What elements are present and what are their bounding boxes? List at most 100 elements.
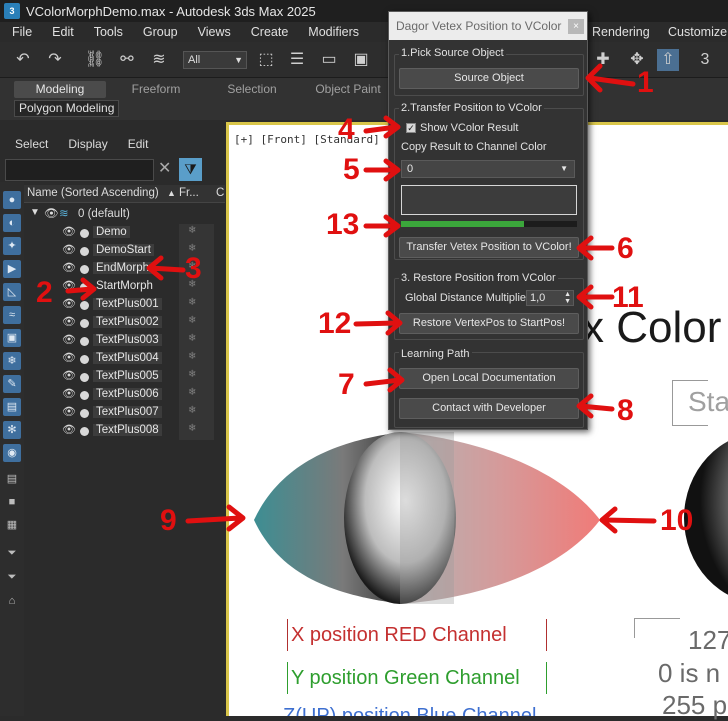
- frozen-cell[interactable]: [179, 386, 214, 404]
- explorer-menu-select[interactable]: Select: [15, 137, 48, 151]
- frozen-icon[interactable]: ❄: [188, 351, 196, 362]
- multiplier-spinner[interactable]: 1,0 ▲ ▼: [526, 290, 574, 306]
- render-dot-icon[interactable]: [80, 427, 89, 436]
- frozen-cell[interactable]: [179, 422, 214, 440]
- contact-developer-button[interactable]: Contact with Developer: [399, 398, 579, 419]
- layers-list-icon[interactable]: ▤: [3, 470, 21, 488]
- menu-modifiers[interactable]: Modifiers: [296, 25, 367, 39]
- render-dot-icon[interactable]: [80, 301, 89, 310]
- render-dot-icon[interactable]: [80, 337, 89, 346]
- tab-object-paint[interactable]: Object Paint: [302, 81, 394, 98]
- tab-modeling[interactable]: Modeling: [14, 81, 106, 98]
- eye-icon[interactable]: 👁: [62, 369, 76, 382]
- scene-object-row[interactable]: 👁 Demo ❄: [24, 224, 225, 242]
- scene-object-row[interactable]: 👁 TextPlus005 ❄: [24, 368, 225, 386]
- window-crossing-icon[interactable]: ▣: [350, 49, 372, 71]
- frozen-cell[interactable]: [179, 332, 214, 350]
- selection-set-icon[interactable]: ■: [3, 493, 21, 511]
- undo-icon[interactable]: ↶: [12, 49, 34, 71]
- eye-icon[interactable]: 👁: [62, 243, 76, 256]
- render-dot-icon[interactable]: [80, 319, 89, 328]
- filter-settings-icon[interactable]: ⏷: [3, 568, 21, 586]
- display-all-icon[interactable]: ◉: [3, 444, 21, 462]
- tab-selection[interactable]: Selection: [206, 81, 298, 98]
- filter-icon[interactable]: ⧩: [179, 158, 202, 181]
- menu-group[interactable]: Group: [131, 25, 186, 39]
- create-lights-icon[interactable]: ✦: [3, 237, 21, 255]
- render-dot-icon[interactable]: [80, 229, 89, 238]
- polygon-modeling-panel[interactable]: Polygon Modeling: [14, 100, 120, 117]
- channel-color-dropdown[interactable]: 0 ▼: [401, 160, 575, 178]
- eye-icon[interactable]: 👁: [62, 405, 76, 418]
- frozen-icon[interactable]: ❄: [188, 369, 196, 380]
- eye-icon[interactable]: 👁: [62, 261, 76, 274]
- eye-icon[interactable]: 👁: [62, 333, 76, 346]
- eye-icon[interactable]: 👁: [62, 297, 76, 310]
- snap-3d-icon[interactable]: 3: [694, 49, 716, 71]
- frozen-cell[interactable]: [179, 224, 214, 242]
- close-icon[interactable]: ×: [568, 19, 584, 34]
- explorer-menu-display[interactable]: Display: [68, 137, 107, 151]
- create-geometry-icon[interactable]: ●: [3, 191, 21, 209]
- frozen-icon[interactable]: ❄: [188, 333, 196, 344]
- snap-icon[interactable]: ✚: [592, 49, 614, 71]
- menu-customize[interactable]: Customize: [656, 25, 728, 39]
- open-documentation-button[interactable]: Open Local Documentation: [399, 368, 579, 389]
- scene-object-row[interactable]: 👁 TextPlus001 ❄: [24, 296, 225, 314]
- create-helpers-icon[interactable]: ◺: [3, 283, 21, 301]
- explorer-search-input[interactable]: [5, 159, 154, 181]
- restore-vertexpos-button[interactable]: Restore VertexPos to StartPos!: [399, 313, 579, 334]
- select-by-name-icon[interactable]: ☰: [286, 49, 308, 71]
- menu-file[interactable]: File: [0, 25, 40, 39]
- source-object-button[interactable]: Source Object: [399, 68, 579, 89]
- eye-icon[interactable]: 👁: [62, 351, 76, 364]
- selection-filter-dropdown[interactable]: All ▼: [183, 51, 247, 69]
- render-dot-icon[interactable]: [80, 373, 89, 382]
- render-dot-icon[interactable]: [80, 355, 89, 364]
- filter-funnel-icon[interactable]: ⏷: [3, 544, 21, 562]
- select-object-icon[interactable]: ⬚: [255, 49, 277, 71]
- frozen-cell[interactable]: [179, 404, 214, 422]
- create-systems-icon[interactable]: ▣: [3, 329, 21, 347]
- column-frozen[interactable]: Fr...: [179, 187, 199, 199]
- frozen-cell[interactable]: [179, 368, 214, 386]
- column-extra[interactable]: C: [216, 187, 224, 199]
- eye-icon[interactable]: 👁: [62, 279, 76, 292]
- frozen-icon[interactable]: ❄: [188, 297, 196, 308]
- render-dot-icon[interactable]: [80, 247, 89, 256]
- frozen-icon[interactable]: ❄: [188, 405, 196, 416]
- scene-object-row[interactable]: 👁 TextPlus006 ❄: [24, 386, 225, 404]
- eye-icon[interactable]: 👁: [44, 206, 59, 220]
- frozen-cell[interactable]: [179, 350, 214, 368]
- scene-object-row[interactable]: 👁 TextPlus003 ❄: [24, 332, 225, 350]
- create-cameras-icon[interactable]: ▶: [3, 260, 21, 278]
- frozen-icon[interactable]: ❄: [188, 225, 196, 236]
- eye-icon[interactable]: 👁: [62, 315, 76, 328]
- unlink-icon[interactable]: ⚯: [116, 49, 138, 71]
- expand-icon[interactable]: ▼: [30, 207, 40, 218]
- display-containers-icon[interactable]: ▤: [3, 398, 21, 416]
- menu-tools[interactable]: Tools: [82, 25, 131, 39]
- align-up-icon[interactable]: ⇧: [657, 49, 679, 71]
- transfer-position-button[interactable]: Transfer Vetex Position to VColor!: [399, 237, 579, 258]
- folder-icon[interactable]: ⌂: [3, 592, 21, 610]
- scene-object-row[interactable]: 👁 TextPlus004 ❄: [24, 350, 225, 368]
- link-icon[interactable]: ⛓: [84, 49, 106, 71]
- scene-object-row[interactable]: 👁 TextPlus007 ❄: [24, 404, 225, 422]
- render-dot-icon[interactable]: [80, 265, 89, 274]
- column-name[interactable]: Name (Sorted Ascending): [27, 187, 159, 199]
- spinner-arrows-icon[interactable]: ▲ ▼: [564, 291, 571, 305]
- clear-search-icon[interactable]: ✕: [158, 160, 174, 178]
- display-xrefs-icon[interactable]: ✻: [3, 421, 21, 439]
- display-bones-icon[interactable]: ✎: [3, 375, 21, 393]
- scene-object-row[interactable]: 👁 TextPlus008 ❄: [24, 422, 225, 440]
- explorer-menu-edit[interactable]: Edit: [128, 137, 149, 151]
- render-dot-icon[interactable]: [80, 283, 89, 292]
- frozen-icon[interactable]: ❄: [188, 387, 196, 398]
- rectangular-selection-icon[interactable]: ▭: [318, 49, 340, 71]
- display-frozen-icon[interactable]: ❄: [3, 352, 21, 370]
- dialog-title-bar[interactable]: Dagor Vetex Position to VColor ×: [389, 12, 587, 40]
- bind-spacewarp-icon[interactable]: ≋: [148, 49, 170, 71]
- scene-object-row[interactable]: 👁 TextPlus002 ❄: [24, 314, 225, 332]
- show-vcolor-checkbox[interactable]: ✓: [406, 123, 416, 133]
